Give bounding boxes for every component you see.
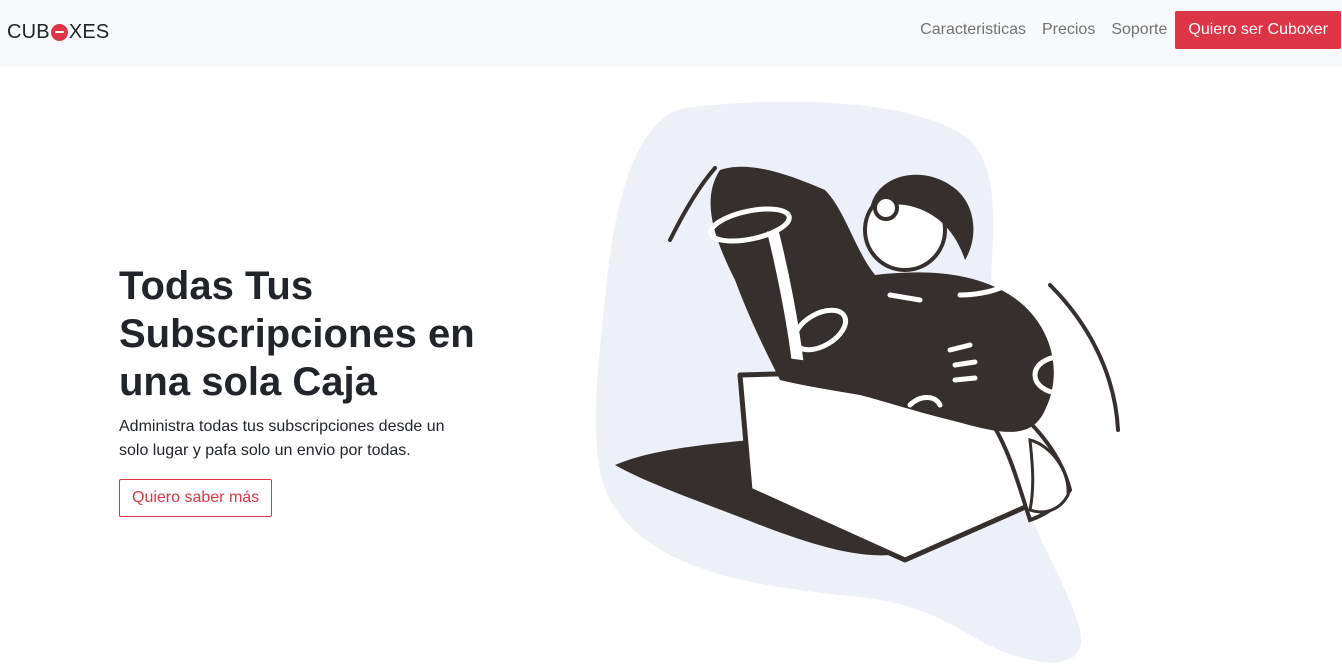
learn-more-button[interactable]: Quiero saber más: [119, 479, 273, 517]
nav-links: Caracteristicas Precios Soporte Quiero s…: [912, 11, 1341, 49]
person-jumping-out-of-box-illustration: [595, 101, 1120, 663]
hero-subtitle: Administra todas tus subscripciones desd…: [119, 418, 445, 459]
brand-logo[interactable]: CUB XES: [7, 20, 109, 44]
brand-cube-icon: [50, 23, 68, 41]
nav-link-precios[interactable]: Precios: [1034, 11, 1103, 49]
nav-link-soporte[interactable]: Soporte: [1103, 11, 1175, 49]
navbar: CUB XES Caracteristicas Precios Soporte …: [0, 0, 1342, 67]
brand-prefix: CUB: [7, 20, 50, 43]
person-hand: [1028, 438, 1070, 514]
nav-link-caracteristicas[interactable]: Caracteristicas: [912, 11, 1034, 49]
hero-section: Todas Tus Subscripciones en una sola Caj…: [119, 262, 479, 517]
person-bun: [873, 195, 899, 221]
hero-title: Todas Tus Subscripciones en una sola Caj…: [119, 264, 475, 404]
brand-suffix: XES: [68, 20, 110, 43]
signup-button[interactable]: Quiero ser Cuboxer: [1175, 11, 1341, 49]
